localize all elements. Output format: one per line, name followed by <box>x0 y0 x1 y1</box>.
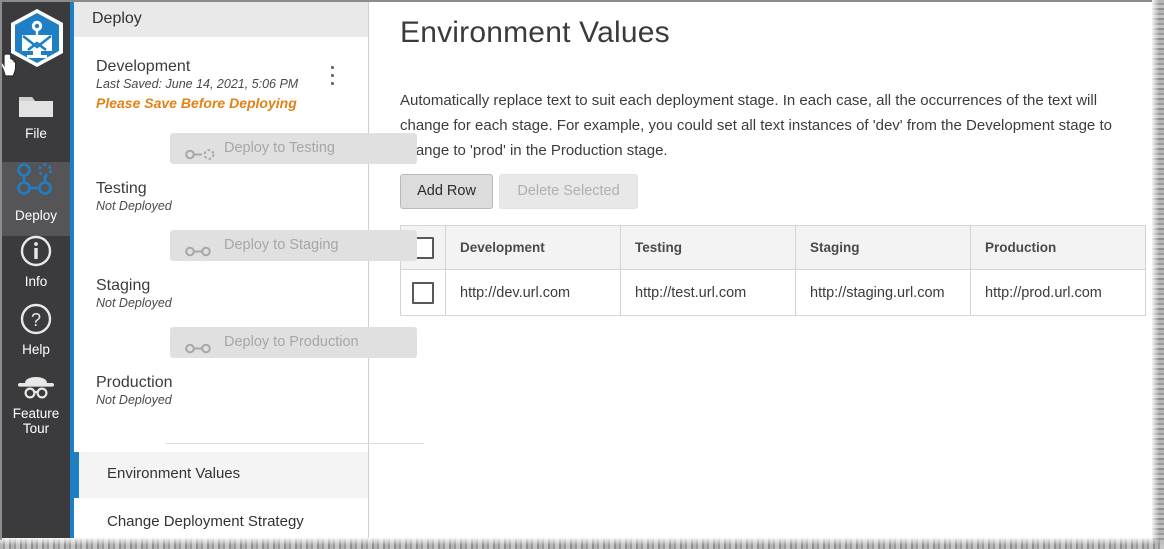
icon-rail: File Deploy Info ? Help Feature Tour <box>2 2 70 538</box>
explorer-hat-icon <box>2 370 70 403</box>
cell-value: http://prod.url.com <box>985 284 1102 301</box>
stage-last-saved: Last Saved: June 14, 2021, 5:06 PM <box>96 77 299 91</box>
app-window: File Deploy Info ? Help Feature Tour Dep… <box>0 0 1164 549</box>
sidebar-item-label: Feature <box>12 406 60 421</box>
folder-icon <box>2 90 70 123</box>
sidebar-item-label: File <box>25 126 47 141</box>
main-content: Environment Values Automatically replace… <box>369 2 1150 538</box>
sidebar-item-label: Deploy <box>14 208 58 223</box>
app-logo-icon[interactable] <box>8 7 66 69</box>
table-row[interactable]: http://dev.url.com http://test.url.com h… <box>400 269 1146 316</box>
node-to-dotted-node-icon <box>185 142 215 173</box>
column-header-label: Development <box>460 240 545 255</box>
sidebar-item-deploy[interactable]: Deploy <box>2 162 70 236</box>
deploy-button-label: Deploy to Staging <box>224 237 339 253</box>
cell-staging[interactable]: http://staging.url.com <box>795 269 971 316</box>
column-header-label: Testing <box>635 240 682 255</box>
sidebar-item-info[interactable]: Info <box>2 234 70 302</box>
add-row-button[interactable]: Add Row <box>400 174 493 209</box>
stage-status: Not Deployed <box>96 296 172 310</box>
cell-value: http://staging.url.com <box>810 284 945 301</box>
environment-values-table: Development Testing Staging Production h… <box>400 225 1146 316</box>
page-description: Automatically replace text to suit each … <box>400 92 1112 159</box>
panel-link-change-deployment-strategy[interactable]: Change Deployment Strategy <box>74 500 368 546</box>
rail-accent-bar <box>70 0 74 538</box>
table-header-row: Development Testing Staging Production <box>400 225 1146 270</box>
panel-link-label: Environment Values <box>107 465 241 482</box>
node-to-node-icon <box>185 336 215 367</box>
stage-development: Development Last Saved: June 14, 2021, 5… <box>96 58 346 113</box>
column-header-testing: Testing <box>620 225 796 270</box>
stage-overflow-menu-button[interactable] <box>325 66 339 88</box>
torn-edge-right <box>1152 0 1164 549</box>
stage-status: Not Deployed <box>96 393 172 407</box>
stage-warning: Please Save Before Deploying <box>96 95 297 111</box>
sidebar-item-label: Info <box>24 274 48 289</box>
deploy-to-production-button[interactable]: Deploy to Production <box>170 327 417 358</box>
panel-link-environment-values[interactable]: Environment Values <box>74 452 368 498</box>
column-header-development: Development <box>445 225 621 270</box>
panel-header: Deploy <box>74 2 368 37</box>
info-circle-icon <box>2 234 70 271</box>
deploy-nodes-icon <box>2 162 70 205</box>
deploy-button-label: Deploy to Production <box>224 334 359 350</box>
selection-indicator <box>74 452 79 498</box>
sidebar-item-feature-tour[interactable]: Feature Tour <box>2 370 70 466</box>
page-title: Environment Values <box>400 16 670 49</box>
column-header-label: Production <box>985 240 1057 255</box>
table-body: http://dev.url.com http://test.url.com h… <box>400 269 1146 316</box>
question-circle-icon: ? <box>2 302 70 339</box>
delete-selected-button: Delete Selected <box>499 174 638 209</box>
cell-development[interactable]: http://dev.url.com <box>445 269 621 316</box>
table-header: Development Testing Staging Production <box>400 225 1146 270</box>
cell-testing[interactable]: http://test.url.com <box>620 269 796 316</box>
stage-testing: Testing Not Deployed <box>96 180 346 215</box>
stage-status: Not Deployed <box>96 199 172 213</box>
svg-text:?: ? <box>31 310 41 330</box>
stage-staging: Staging Not Deployed <box>96 277 346 312</box>
deploy-button-label: Deploy to Testing <box>224 140 335 156</box>
column-header-label: Staging <box>810 240 860 255</box>
row-checkbox[interactable] <box>412 281 434 304</box>
cell-value: http://test.url.com <box>635 284 747 301</box>
cell-value: http://dev.url.com <box>460 284 571 301</box>
column-header-production: Production <box>970 225 1146 270</box>
deploy-to-staging-button[interactable]: Deploy to Staging <box>170 230 417 261</box>
sidebar-item-label-2: Tour <box>22 421 50 436</box>
cell-production[interactable]: http://prod.url.com <box>970 269 1146 316</box>
stage-name: Testing <box>96 180 147 197</box>
panel-title: Deploy <box>92 10 142 27</box>
panel-link-label: Change Deployment Strategy <box>107 513 304 530</box>
stage-name: Development <box>96 58 191 75</box>
kebab-dot <box>330 66 334 69</box>
stage-name: Staging <box>96 277 151 294</box>
stage-production: Production Not Deployed <box>96 374 346 409</box>
panel-divider <box>166 443 424 444</box>
row-select-cell[interactable] <box>400 269 446 316</box>
kebab-dot <box>330 82 334 85</box>
column-header-staging: Staging <box>795 225 971 270</box>
sidebar-item-help[interactable]: ? Help <box>2 302 70 370</box>
sidebar-item-label: Help <box>22 342 50 357</box>
kebab-dot <box>330 74 334 77</box>
stage-name: Production <box>96 374 173 391</box>
deploy-to-testing-button[interactable]: Deploy to Testing <box>170 133 417 164</box>
node-to-node-icon <box>185 239 215 270</box>
sidebar-item-file[interactable]: File <box>2 90 70 158</box>
